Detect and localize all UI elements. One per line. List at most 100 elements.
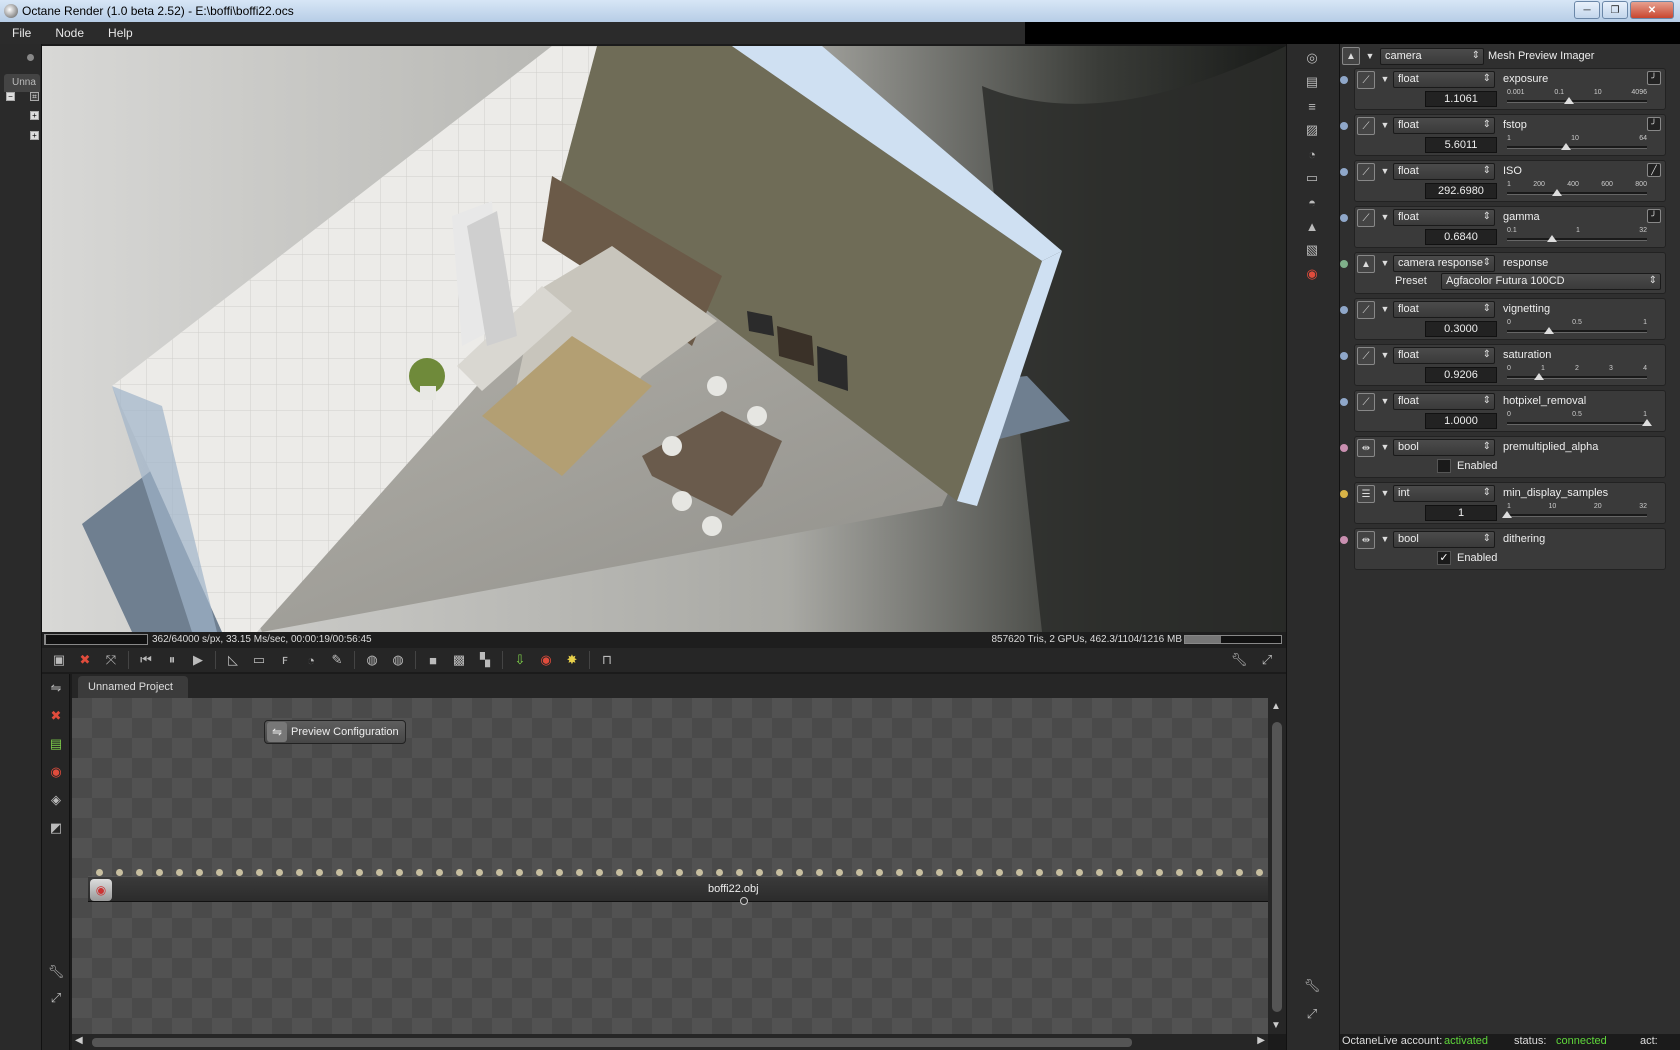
slider-track[interactable] bbox=[1507, 422, 1647, 425]
collapse-triangle-icon[interactable]: ▼ bbox=[1379, 396, 1391, 406]
mesh-input-pin[interactable] bbox=[176, 869, 183, 876]
scroll-right-arrow-icon[interactable]: ▶ bbox=[1257, 1035, 1265, 1046]
mesh-input-pin[interactable] bbox=[1116, 869, 1123, 876]
param-slider[interactable]: 1 10 64 bbox=[1507, 135, 1647, 155]
collapse-triangle-icon[interactable]: ▼ bbox=[1379, 120, 1391, 130]
param-pin-dot[interactable] bbox=[1340, 490, 1348, 498]
enabled-checkbox[interactable] bbox=[1437, 459, 1451, 473]
mesh-input-pin[interactable] bbox=[996, 869, 1003, 876]
param-slider[interactable]: 0 1 2 3 4 bbox=[1507, 365, 1647, 385]
outliner-tab[interactable]: Unna bbox=[4, 74, 40, 92]
menu-node[interactable]: Node bbox=[43, 26, 96, 40]
reset-camera-icon[interactable]: ⤧ bbox=[100, 650, 122, 670]
param-type-select[interactable]: float bbox=[1393, 209, 1495, 226]
collapse-triangle-icon[interactable]: ▼ bbox=[1379, 212, 1391, 222]
param-type-select[interactable]: bool bbox=[1393, 439, 1495, 456]
mesh-input-pin[interactable] bbox=[136, 869, 143, 876]
start-render-icon[interactable]: ▶ bbox=[187, 650, 209, 670]
menu-help[interactable]: Help bbox=[96, 26, 145, 40]
add-material-icon[interactable]: ◉ bbox=[45, 762, 67, 782]
layers-icon[interactable]: ▤ bbox=[1301, 72, 1323, 92]
mesh-input-pin[interactable] bbox=[376, 869, 383, 876]
param-pin-dot[interactable] bbox=[1340, 260, 1348, 268]
slider-thumb[interactable] bbox=[1546, 235, 1557, 242]
mesh-input-pin[interactable] bbox=[856, 869, 863, 876]
material-picker-icon[interactable]: ◉ bbox=[535, 650, 557, 670]
mesh-input-pin[interactable] bbox=[716, 869, 723, 876]
mesh-input-pin[interactable] bbox=[296, 869, 303, 876]
param-value-field[interactable]: 0.6840 bbox=[1425, 229, 1497, 245]
mesh-input-pin[interactable] bbox=[436, 869, 443, 876]
param-type-select[interactable]: camera response bbox=[1393, 255, 1495, 272]
param-value-field[interactable]: 1.0000 bbox=[1425, 413, 1497, 429]
mesh-input-pin[interactable] bbox=[1036, 869, 1043, 876]
expand-icon[interactable]: + bbox=[30, 111, 39, 120]
render-viewport[interactable] bbox=[42, 46, 1286, 632]
imager-icon[interactable]: ▲ bbox=[1301, 216, 1323, 236]
param-type-select[interactable]: float bbox=[1393, 301, 1495, 318]
node-type-select[interactable]: camera bbox=[1380, 47, 1484, 65]
mesh-input-pin[interactable] bbox=[1176, 869, 1183, 876]
collapse-triangle-icon[interactable]: ▼ bbox=[1379, 488, 1391, 498]
mesh-input-pin[interactable] bbox=[896, 869, 903, 876]
mesh-input-pin[interactable] bbox=[256, 869, 263, 876]
mesh-input-pin[interactable] bbox=[416, 869, 423, 876]
add-camera-icon[interactable]: ◈ bbox=[45, 790, 67, 810]
mesh-input-pin[interactable] bbox=[616, 869, 623, 876]
slider-thumb[interactable] bbox=[1552, 189, 1563, 196]
param-slider[interactable]: 0 0.5 1 bbox=[1507, 411, 1652, 431]
mesh-input-pin[interactable] bbox=[1156, 869, 1163, 876]
mesh-input-pin[interactable] bbox=[696, 869, 703, 876]
environment-icon[interactable]: ▨ bbox=[1301, 120, 1323, 140]
param-slider[interactable]: 0.001 0.1 10 4096 bbox=[1507, 89, 1647, 109]
collapse-triangle-icon[interactable]: ▼ bbox=[1379, 350, 1391, 360]
fullscreen-icon[interactable]: ⤢ bbox=[1256, 650, 1278, 670]
preview-configuration-node[interactable]: ⇋ Preview Configuration bbox=[264, 720, 406, 744]
mesh-input-pin[interactable] bbox=[456, 869, 463, 876]
param-pin-dot[interactable] bbox=[1340, 352, 1348, 360]
graph-layout-icon[interactable]: ⇋ bbox=[45, 678, 67, 698]
panel-pin-icon[interactable] bbox=[27, 54, 34, 61]
mesh-input-pin[interactable] bbox=[216, 869, 223, 876]
kernel-icon[interactable]: ≡ bbox=[1301, 96, 1323, 116]
mesh-input-pin[interactable] bbox=[596, 869, 603, 876]
mesh-input-pin[interactable] bbox=[1136, 869, 1143, 876]
param-type-select[interactable]: float bbox=[1393, 347, 1495, 364]
checker-pattern-icon[interactable]: ▚ bbox=[474, 650, 496, 670]
slider-thumb[interactable] bbox=[1544, 327, 1554, 334]
slider-track[interactable] bbox=[1507, 514, 1647, 517]
mesh-node[interactable]: ◉ boffi22.obj bbox=[88, 876, 1268, 905]
param-type-select[interactable]: float bbox=[1393, 71, 1495, 88]
param-curve-icon[interactable]: ╯ bbox=[1647, 209, 1661, 223]
mesh-input-pin[interactable] bbox=[236, 869, 243, 876]
mesh-input-pin[interactable] bbox=[656, 869, 663, 876]
lock-viewport-icon[interactable]: ◍ bbox=[361, 650, 383, 670]
autofocus-icon[interactable]: ꜰ bbox=[274, 650, 296, 670]
viewport-display-icon[interactable]: ▭ bbox=[248, 650, 270, 670]
param-pin-dot[interactable] bbox=[1340, 214, 1348, 222]
param-type-select[interactable]: float bbox=[1393, 117, 1495, 134]
postproc-icon[interactable]: ▧ bbox=[1301, 240, 1323, 260]
node-tree-icon[interactable]: ⌗ bbox=[30, 92, 39, 101]
param-curve-icon[interactable]: ╯ bbox=[1647, 117, 1661, 131]
mesh-input-pin[interactable] bbox=[476, 869, 483, 876]
slider-track[interactable] bbox=[1507, 238, 1647, 241]
mesh-input-pin[interactable] bbox=[276, 869, 283, 876]
collapse-triangle-icon[interactable]: ▼ bbox=[1364, 51, 1376, 61]
mesh-output-pin[interactable] bbox=[740, 897, 748, 905]
mesh-input-pin[interactable] bbox=[316, 869, 323, 876]
clear-render-icon[interactable]: ✖ bbox=[74, 650, 96, 670]
mesh-input-pin[interactable] bbox=[396, 869, 403, 876]
graph-fullscreen-icon[interactable]: ⤢ bbox=[45, 988, 67, 1008]
collapse-triangle-icon[interactable]: ▼ bbox=[1379, 258, 1391, 268]
param-pin-dot[interactable] bbox=[1340, 306, 1348, 314]
mesh-input-pin[interactable] bbox=[816, 869, 823, 876]
material-icon[interactable]: ◉ bbox=[1301, 264, 1323, 284]
slider-thumb[interactable] bbox=[1560, 143, 1571, 150]
param-type-select[interactable]: bool bbox=[1393, 531, 1495, 548]
pick-white-balance-icon[interactable]: ✎ bbox=[326, 650, 348, 670]
collapse-triangle-icon[interactable]: ▼ bbox=[1379, 166, 1391, 176]
param-pin-dot[interactable] bbox=[1340, 122, 1348, 130]
node-graph-canvas[interactable]: ⇋ Preview Configuration ◉ boffi22.obj bbox=[72, 698, 1268, 1034]
slider-track[interactable] bbox=[1507, 376, 1647, 379]
